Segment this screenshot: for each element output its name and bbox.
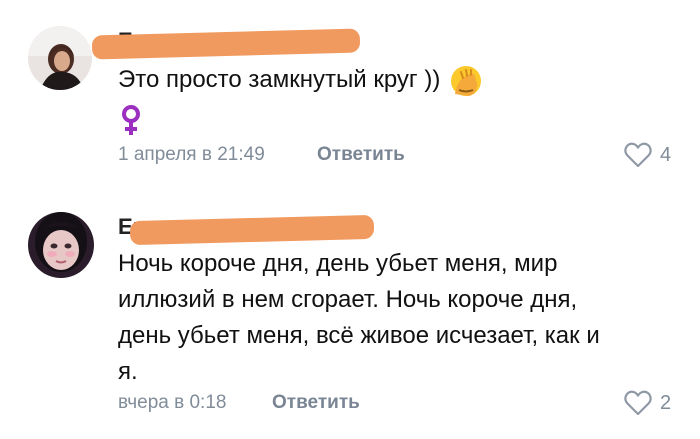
comment-text: Ночь короче дня, день убьет меня, мир ил… (118, 246, 688, 390)
comment-text-line: день убьет меня, всё живое исчезает, как… (118, 322, 600, 349)
face-with-hand-over-eyes-icon (451, 65, 481, 96)
like-count: 4 (660, 143, 672, 166)
avatar[interactable] (28, 26, 92, 90)
female-sign-icon (119, 104, 143, 138)
avatar-photo (28, 26, 92, 90)
like-button[interactable]: 4 (624, 142, 671, 168)
heart-outline-icon (624, 142, 652, 168)
comment-text-line: иллюзий в нем сгорает. Ночь короче дня, (118, 286, 578, 313)
comment-1: Екатерина Вавилова Это просто замкнутый … (0, 0, 700, 200)
like-count: 2 (660, 391, 672, 414)
comment-text-line: я. (118, 358, 138, 385)
reply-button[interactable]: Ответить (272, 392, 360, 414)
like-button[interactable]: 2 (624, 390, 671, 416)
avatar[interactable] (28, 212, 94, 278)
comment-2: Екатерина К Ночь короче дня, день убьет … (0, 200, 700, 439)
heart-outline-icon (624, 390, 652, 416)
comment-timestamp: вчера в 0:18 (118, 392, 227, 413)
reply-button[interactable]: Ответить (317, 144, 405, 166)
comment-text-line: Ночь короче дня, день убьет меня, мир (118, 250, 558, 277)
comment-timestamp: 1 апреля в 21:49 (118, 144, 265, 165)
avatar-photo (28, 212, 94, 278)
comment-text: Это просто замкнутый круг )) (118, 62, 678, 98)
